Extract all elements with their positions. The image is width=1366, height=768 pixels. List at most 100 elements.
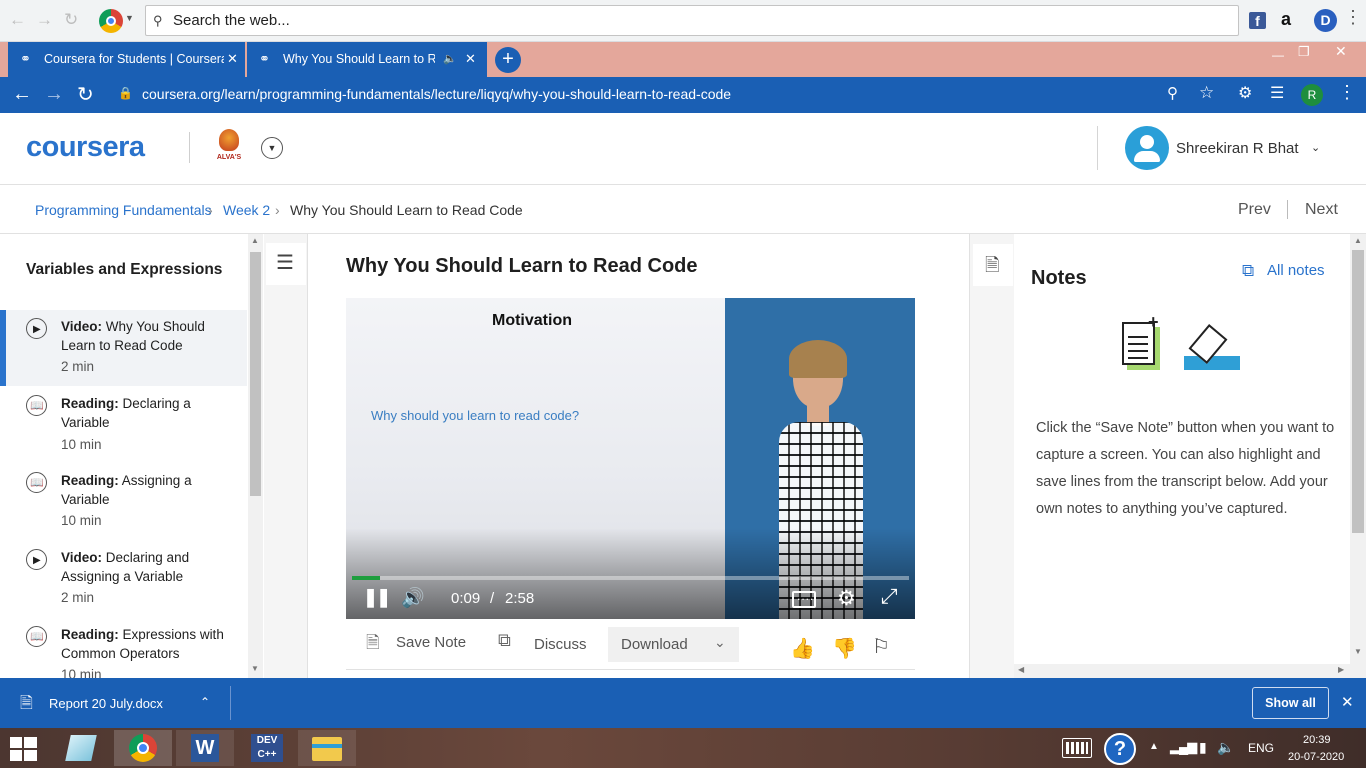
outline-rail: ☰	[264, 234, 308, 678]
discuss-icon: ⧉	[498, 630, 511, 650]
chevron-down-icon[interactable]: ⌄	[1311, 141, 1320, 154]
chevron-up-icon[interactable]: ▲	[1149, 741, 1159, 752]
close-icon[interactable]: ✕	[1341, 693, 1354, 711]
chrome-menu-icon[interactable]: ⋮	[1338, 82, 1356, 103]
flag-icon[interactable]: ⚐	[872, 634, 890, 659]
sidebar-item-video-read-code[interactable]: ▶ Video: Why You Should Learn to Read Co…	[0, 310, 247, 386]
amazon-icon[interactable]: a	[1281, 9, 1291, 30]
zoom-icon[interactable]: ⚲	[1167, 84, 1178, 102]
user-avatar[interactable]	[1125, 126, 1169, 170]
item-duration: 2 min	[61, 359, 95, 374]
prev-link[interactable]: Prev	[1238, 201, 1271, 219]
forward-icon[interactable]: →	[44, 83, 64, 106]
save-note-button[interactable]: 🗎 Save Note	[366, 624, 476, 662]
sidebar-item-video-declaring-assigning[interactable]: ▶ Video: Declaring and Assigning a Varia…	[0, 540, 247, 617]
slide-text: Why should you learn to read code?	[371, 408, 580, 423]
discuss-button[interactable]: ⧉ Discuss	[498, 624, 598, 662]
profile-avatar[interactable]: R	[1301, 84, 1323, 106]
page-scrollbar[interactable]: ▲ ▼	[1350, 234, 1366, 678]
link-icon: ⚭	[259, 51, 270, 66]
all-notes-link[interactable]: All notes	[1267, 262, 1325, 279]
facebook-icon[interactable]: f	[1249, 12, 1266, 29]
language-indicator[interactable]: ENG	[1248, 741, 1274, 755]
reload-icon[interactable]: ↻	[64, 10, 78, 30]
extension-d-icon[interactable]: D	[1314, 9, 1337, 32]
download-item[interactable]: 🗎 Report 20 July.docx ⌃	[0, 678, 230, 728]
audio-icon[interactable]: 🔈	[443, 42, 457, 76]
windows-start-icon[interactable]	[10, 737, 38, 761]
item-duration: 10 min	[61, 667, 102, 678]
breadcrumb-week[interactable]: Week 2	[223, 202, 270, 218]
notes-hscrollbar[interactable]: ◀ ▶	[1014, 664, 1350, 678]
new-tab-button[interactable]: +	[495, 47, 521, 73]
next-link[interactable]: Next	[1305, 201, 1338, 219]
menu-dots-icon[interactable]: ⋮	[1344, 7, 1362, 28]
settings-gear-icon[interactable]: ⚙	[837, 586, 856, 611]
forward-icon[interactable]: →	[36, 10, 53, 30]
close-icon[interactable]: ✕	[227, 42, 238, 76]
keyboard-icon[interactable]	[1062, 738, 1092, 758]
extensions-icon[interactable]: ⚙	[1238, 83, 1252, 103]
search-toolbar: ← → ↻ ▼ ⚲ Search the web... f a D ⋮	[0, 0, 1366, 42]
video-player[interactable]: Motivation Why should you learn to read …	[346, 298, 915, 619]
minimize-icon[interactable]: —	[1272, 48, 1284, 62]
help-icon[interactable]: ?	[1104, 733, 1136, 765]
org-logo[interactable]: ALVA'S	[213, 129, 245, 167]
clock-time[interactable]: 20:39	[1303, 734, 1331, 746]
taskbar-app-icon[interactable]	[52, 730, 110, 766]
media-control-icon[interactable]: ☰	[1270, 83, 1284, 103]
word-file-icon: 🗎	[20, 695, 33, 712]
taskbar-devcpp-icon[interactable]: DEV C++	[238, 730, 296, 766]
back-icon[interactable]: ←	[12, 83, 32, 106]
download-divider	[230, 686, 231, 720]
sidebar-scrollbar[interactable]: ▲ ▼	[248, 234, 263, 678]
battery-icon[interactable]: ▮	[1199, 739, 1207, 756]
prev-next-divider	[1287, 200, 1288, 219]
play-icon: ▶	[26, 318, 47, 339]
sidebar-item-reading-assigning[interactable]: 📖 Reading: Assigning a Variable 10 min	[0, 463, 247, 540]
network-icon[interactable]: ▂▄▆	[1170, 739, 1197, 755]
sidebar-item-reading-declaring[interactable]: 📖 Reading: Declaring a Variable 10 min	[0, 386, 247, 463]
thumbs-down-icon[interactable]: 👎	[832, 636, 857, 661]
sidebar-item-reading-expressions[interactable]: 📖 Reading: Expressions with Common Opera…	[0, 617, 247, 678]
close-icon[interactable]: ✕	[465, 42, 476, 76]
lock-icon[interactable]: 🔒	[118, 86, 133, 100]
progress-track[interactable]	[352, 576, 909, 580]
user-name[interactable]: Shreekiran R Bhat	[1176, 140, 1299, 157]
url-text[interactable]: coursera.org/learn/programming-fundament…	[142, 86, 731, 102]
download-dropdown[interactable]: Download ⌄	[608, 627, 739, 662]
slide-title: Motivation	[492, 312, 572, 329]
chevron-up-icon[interactable]: ⌃	[200, 695, 210, 709]
pause-icon[interactable]: ❚❚	[363, 587, 391, 608]
tab-coursera-students[interactable]: ⚭ Coursera for Students | Coursera ✕	[8, 42, 245, 77]
time-total: 2:58	[505, 590, 535, 607]
breadcrumb: Programming Fundamentals › Week 2 › Why …	[0, 185, 1366, 234]
chevron-down-icon[interactable]: ▼	[125, 13, 134, 23]
breadcrumb-course[interactable]: Programming Fundamentals	[35, 202, 212, 218]
back-icon[interactable]: ←	[9, 10, 26, 30]
clock-date[interactable]: 20-07-2020	[1288, 751, 1344, 763]
search-input[interactable]: ⚲ Search the web...	[145, 5, 1239, 36]
lesson-sidebar: Variables and Expressions ▶ Video: Why Y…	[0, 234, 247, 678]
captions-icon[interactable]: ....	[792, 589, 816, 608]
reload-icon[interactable]: ↻	[77, 82, 94, 107]
org-switch-chevron-icon[interactable]: ▼	[261, 137, 283, 159]
show-all-button[interactable]: Show all	[1252, 687, 1329, 719]
fullscreen-icon[interactable]: ⤢	[881, 585, 898, 609]
window-close-icon[interactable]: ✕	[1335, 43, 1347, 60]
tab-current-lecture[interactable]: ⚭ Why You Should Learn to Re 🔈 ✕	[247, 42, 487, 77]
chrome-icon[interactable]	[99, 9, 123, 33]
taskbar-chrome-icon[interactable]	[114, 730, 172, 766]
bookmark-star-icon[interactable]: ☆	[1199, 83, 1214, 103]
external-link-icon[interactable]: ⧉	[1242, 261, 1254, 281]
notes-toggle-button[interactable]: 🗎	[973, 244, 1013, 286]
coursera-logo[interactable]: coursera	[26, 131, 145, 164]
taskbar-file-explorer-icon[interactable]	[298, 730, 356, 766]
taskbar-word-icon[interactable]: W	[176, 730, 234, 766]
restore-icon[interactable]: ❐	[1298, 44, 1310, 60]
speaker-icon[interactable]: 🔈	[1217, 739, 1234, 756]
volume-icon[interactable]: 🔊	[401, 586, 425, 610]
thumbs-up-icon[interactable]: 👍	[790, 636, 815, 661]
outline-toggle-button[interactable]: ☰	[266, 243, 306, 285]
chevron-right-icon: ›	[208, 202, 213, 218]
